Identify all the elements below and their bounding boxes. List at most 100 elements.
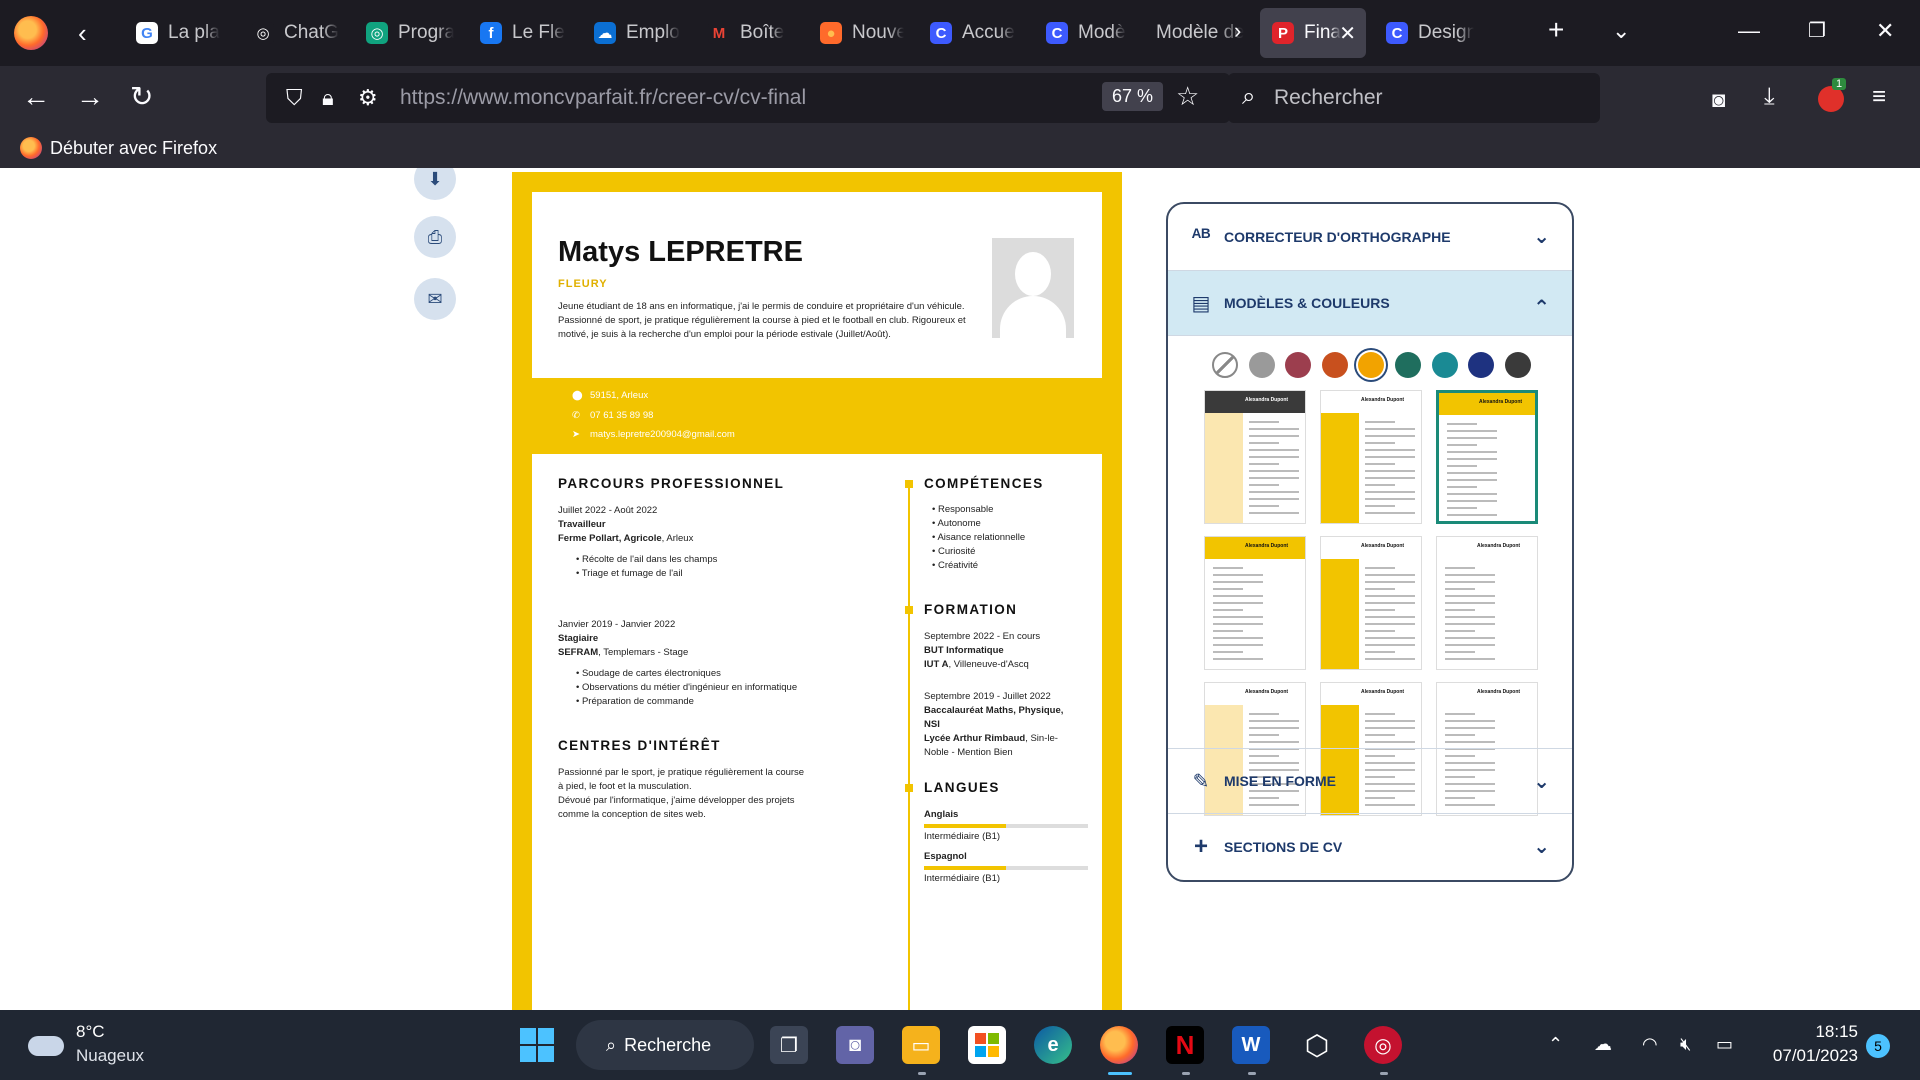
template-thumbnail[interactable]: Alexandra Dupont (1204, 536, 1306, 670)
tab[interactable]: ◎ Progra (354, 8, 454, 58)
forward-button[interactable]: → (76, 82, 104, 112)
close-window-button[interactable]: ✕ (1876, 18, 1894, 44)
menu-icon[interactable]: ≡ (1872, 82, 1886, 112)
clock-time[interactable]: 18:15 (1792, 1022, 1858, 1042)
template-thumbnail[interactable]: Alexandra Dupont (1204, 390, 1306, 524)
thumbnail-text-line (1249, 713, 1279, 715)
pocket-icon[interactable]: ◙ (1712, 85, 1725, 115)
thumbnail-text-line (1365, 637, 1415, 639)
edge-icon[interactable]: e (1034, 1026, 1072, 1064)
thumbnail-text-line (1445, 574, 1495, 576)
search-icon: ⌕ (606, 1034, 617, 1055)
accordion-mise-en-forme[interactable]: ✎ MISE EN FORME ⌄ (1168, 748, 1572, 814)
tab[interactable]: Modèle de (1144, 8, 1244, 58)
color-swatch[interactable] (1358, 352, 1385, 378)
tab-label: Modè (1078, 22, 1126, 43)
task-view-icon[interactable]: ❐ (770, 1026, 808, 1064)
tab[interactable]: ☁ Emplo (582, 8, 682, 58)
tab[interactable]: C Design (1374, 8, 1474, 58)
accordion-modeles[interactable]: ▤ MODÈLES & COULEURS ⌃ (1168, 270, 1572, 336)
downloads-icon[interactable]: ⤓ (1764, 82, 1775, 112)
cv-contact-band: ⬤ 59151, Arleux ✆ 07 61 35 89 98 ➤ matys.le… (532, 378, 1102, 454)
tab-list-chevron-icon[interactable]: ⌄ (1612, 18, 1630, 44)
color-swatch[interactable] (1395, 352, 1421, 378)
tab-favicon-icon: G (136, 22, 158, 44)
tab[interactable]: G La pla (124, 8, 226, 58)
windows-start-icon[interactable] (518, 1026, 556, 1064)
url-text[interactable]: https://www.moncvparfait.fr/creer-cv/cv-… (400, 86, 806, 110)
thumbnail-text-line (1445, 727, 1495, 729)
tab[interactable]: M Boîte (696, 8, 794, 58)
restore-button[interactable]: ❐ (1808, 18, 1826, 43)
thumbnail-text-line (1447, 430, 1497, 432)
reload-button[interactable]: ↻ (130, 82, 153, 112)
mail-icon[interactable]: ✉ (414, 278, 456, 320)
thumbnail-text-line (1249, 470, 1299, 472)
onedrive-icon[interactable]: ☁ (1594, 1034, 1612, 1055)
chevron-up-icon[interactable]: ⌃ (1548, 1034, 1563, 1055)
lock-icon[interactable]: 🔒︎ (322, 85, 334, 111)
search-bar[interactable]: ⌕ Rechercher (1228, 73, 1600, 123)
notification-badge[interactable]: 5 (1866, 1034, 1890, 1058)
tab[interactable]: C Accue (918, 8, 1018, 58)
thumbnail-title: Alexandra Dupont (1361, 397, 1405, 403)
thumbnail-text-line (1447, 514, 1497, 516)
volume-mute-icon[interactable]: 🔇︎ (1680, 1034, 1691, 1055)
back-button[interactable]: ← (22, 82, 50, 112)
netflix-icon[interactable]: N (1166, 1026, 1204, 1064)
tab[interactable]: P Fina ✕ (1260, 8, 1366, 58)
battery-icon[interactable]: ▭ (1716, 1034, 1733, 1055)
zoom-level[interactable]: 67 % (1102, 82, 1164, 111)
section-title: COMPÉTENCES (924, 476, 1044, 491)
photo-placeholder (992, 238, 1074, 338)
template-thumbnail[interactable]: Alexandra Dupont (1320, 536, 1422, 670)
template-thumbnail[interactable]: Alexandra Dupont (1436, 536, 1538, 670)
3d-cube-icon[interactable]: ⬡ (1298, 1026, 1336, 1064)
taskbar-search[interactable]: ⌕ Recherche (576, 1020, 754, 1070)
weather-widget[interactable]: 8°C Nuageux (24, 1020, 184, 1070)
thumbnail-text-line (1213, 581, 1263, 583)
job-title: Stagiaire (558, 633, 599, 644)
template-thumbnail[interactable]: Alexandra Dupont (1320, 390, 1422, 524)
thumbnail-text-line (1365, 623, 1415, 625)
shield-icon[interactable]: ⛉ (286, 85, 303, 111)
template-thumbnail[interactable]: Alexandra Dupont (1436, 390, 1538, 524)
print-icon[interactable]: ⎙ (414, 216, 456, 258)
color-swatch[interactable] (1212, 352, 1238, 378)
active-indicator (1108, 1072, 1132, 1075)
thumbnail-text-line (1249, 505, 1279, 507)
accordion-correcteur[interactable]: ᴬᴮ CORRECTEUR D'ORTHOGRAPHE ⌄ (1168, 204, 1572, 270)
file-explorer-icon[interactable]: ▭ (902, 1026, 940, 1064)
minimize-button[interactable]: — (1738, 18, 1760, 44)
close-tab-icon[interactable]: ✕ (1339, 21, 1356, 46)
color-swatch[interactable] (1285, 352, 1312, 378)
color-swatch[interactable] (1504, 352, 1531, 378)
tab[interactable]: f Le Fle (468, 8, 568, 58)
store-icon[interactable] (968, 1026, 1006, 1064)
accordion-sections[interactable]: + SECTIONS DE CV ⌄ (1168, 814, 1572, 880)
tab[interactable]: C Modè (1034, 8, 1130, 58)
color-swatch[interactable] (1248, 352, 1275, 378)
tab[interactable]: ◎ ChatG (240, 8, 340, 58)
new-tab-button[interactable]: + (1548, 14, 1564, 46)
thumbnail-text-line (1445, 713, 1475, 715)
tab-list-back-icon[interactable]: ‹ (78, 18, 87, 48)
color-swatch[interactable] (1468, 352, 1495, 378)
tab[interactable]: ● Nouve (808, 8, 904, 58)
color-swatch[interactable] (1321, 352, 1348, 378)
bookmark-star-icon[interactable]: ☆ (1176, 81, 1199, 112)
app-icon[interactable]: ◎ (1364, 1026, 1402, 1064)
url-bar[interactable]: ⛉ 🔒︎ ⚙ https://www.moncvparfait.fr/creer… (266, 73, 1230, 123)
color-swatch[interactable] (1431, 352, 1458, 378)
clock-date[interactable]: 07/01/2023 (1762, 1046, 1858, 1066)
chevron-right-icon[interactable]: › (1234, 18, 1241, 44)
firefox-view-icon[interactable] (14, 16, 48, 50)
download-icon[interactable]: ⬇ (414, 168, 456, 200)
firefox-icon[interactable] (1100, 1026, 1138, 1064)
wifi-icon[interactable]: ◠ (1642, 1034, 1658, 1055)
word-icon[interactable]: W (1232, 1026, 1270, 1064)
bookmark-item[interactable]: Débuter avec Firefox (20, 137, 217, 159)
contact-phone: ✆ 07 61 35 89 98 (572, 410, 654, 421)
teams-chat-icon[interactable]: ◙ (836, 1026, 874, 1064)
permissions-icon[interactable]: ⚙ (358, 85, 378, 111)
